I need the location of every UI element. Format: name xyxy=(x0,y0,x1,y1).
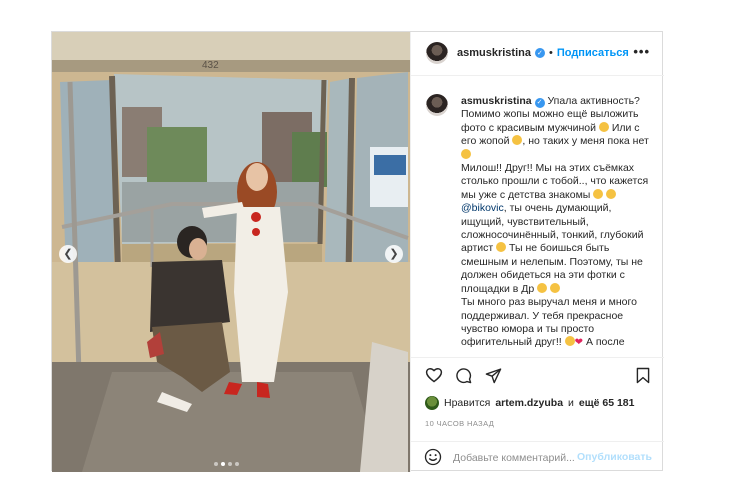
chevron-right-icon: ❯ xyxy=(389,247,399,260)
caption-line: А после xyxy=(585,336,625,349)
publish-comment-button[interactable]: Опубликовать xyxy=(577,451,652,463)
comment-box: Опубликовать xyxy=(411,441,664,472)
likes-prefix: Нравится xyxy=(444,397,491,409)
post-photo[interactable]: 432 ❮ ❯ xyxy=(52,32,410,472)
laughing-emoji-icon xyxy=(537,282,548,293)
comment-icon[interactable] xyxy=(455,367,472,384)
post-header: asmuskristina ✓ • Подписаться ••• xyxy=(411,32,664,76)
tram-number: 432 xyxy=(202,60,219,71)
liker-username-link[interactable]: artem.dzyuba xyxy=(495,397,563,409)
separator-dot: • xyxy=(548,47,553,59)
grinning-emoji-icon xyxy=(461,148,471,159)
likes-summary: Нравится artem.dzyuba и ещё 65 181 xyxy=(425,396,634,410)
post-timestamp[interactable]: 10 ЧАСОВ НАЗАД xyxy=(425,419,494,428)
fire-emoji-icon xyxy=(564,336,575,347)
more-options-icon[interactable]: ••• xyxy=(633,44,650,59)
instagram-post: 432 ❮ ❯ asmuskristina ✓ • Подписаться ••… xyxy=(51,31,664,472)
save-bookmark-icon[interactable] xyxy=(636,367,650,384)
verified-badge-icon: ✓ xyxy=(534,97,545,108)
verified-badge-icon: ✓ xyxy=(534,48,545,58)
carousel-dots xyxy=(214,462,239,466)
mention-link[interactable]: @bikovic xyxy=(461,202,504,214)
caption-username-link[interactable]: asmuskristina xyxy=(461,95,532,107)
heart-emoji-icon: ❤ xyxy=(574,337,584,349)
likes-count-link[interactable]: ещё 65 181 xyxy=(579,397,635,409)
carousel-dot xyxy=(214,462,218,466)
tram-photo-illustration: 432 xyxy=(52,32,410,472)
avatar[interactable] xyxy=(426,94,448,116)
likes-conjunction: и xyxy=(568,397,574,409)
laughing-emoji-icon xyxy=(593,188,604,199)
sweat-smile-emoji-icon xyxy=(512,135,523,146)
share-direct-icon[interactable] xyxy=(485,367,502,384)
theater-emoji-icon xyxy=(496,242,507,253)
avatar[interactable] xyxy=(426,42,448,64)
follow-button[interactable]: Подписаться xyxy=(557,47,629,59)
carousel-dot xyxy=(235,462,239,466)
caption-text: asmuskristina ✓ Упала активность? Помимо… xyxy=(461,95,657,350)
laughing-emoji-icon xyxy=(606,188,617,199)
like-heart-icon[interactable] xyxy=(425,367,443,383)
caption-area: asmuskristina ✓ Упала активность? Помимо… xyxy=(411,76,664,358)
chevron-left-icon: ❮ xyxy=(63,247,73,260)
emoji-picker-icon[interactable] xyxy=(424,448,442,466)
carousel-next-button[interactable]: ❯ xyxy=(385,245,403,263)
carousel-dot-active xyxy=(221,462,225,466)
header-user: asmuskristina ✓ • Подписаться xyxy=(457,47,629,59)
liker-avatar[interactable] xyxy=(425,396,439,410)
caption-line: Милош!! Друг!! Мы на этих съёмках стольк… xyxy=(461,162,649,201)
post-side-panel: asmuskristina ✓ • Подписаться ••• asmusk… xyxy=(410,32,664,472)
party-emoji-icon xyxy=(550,282,561,293)
username-link[interactable]: asmuskristina xyxy=(457,47,531,59)
caption-line: , но таких у меня пока нет xyxy=(522,135,649,148)
carousel-dot xyxy=(228,462,232,466)
action-bar xyxy=(411,358,664,394)
carousel-prev-button[interactable]: ❮ xyxy=(59,245,77,263)
grinning-emoji-icon xyxy=(598,121,609,132)
